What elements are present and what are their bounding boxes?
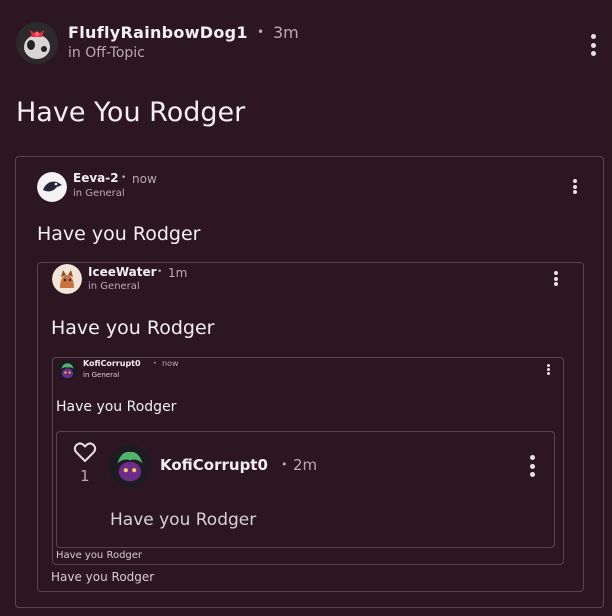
post-menu-icon[interactable]: [590, 34, 596, 56]
creature-avatar-icon: [57, 360, 78, 381]
quote3-text: Have you Rodger: [56, 399, 177, 415]
quote3-time: now: [162, 359, 179, 368]
quote2-menu-icon[interactable]: [554, 271, 558, 286]
quote3-author-name[interactable]: KofiCorrupt0: [83, 359, 141, 368]
quote3-meta-separator: •: [153, 360, 157, 367]
quote2-footer-text: Have you Rodger: [51, 570, 155, 584]
post-title: Have You Rodger: [16, 97, 246, 128]
quote1-location[interactable]: in General: [73, 188, 125, 199]
quote3-author-avatar[interactable]: [57, 360, 78, 381]
quote2-text: Have you Rodger: [51, 317, 215, 339]
comment-author-avatar[interactable]: [109, 445, 151, 487]
quote1-menu-icon[interactable]: [573, 179, 577, 194]
comment-meta-separator: •: [281, 458, 288, 471]
comment-author-name[interactable]: KofiCorrupt0: [160, 456, 268, 474]
cat-avatar-icon: [52, 264, 82, 294]
quote2-meta-separator: •: [157, 267, 163, 277]
quote2-author-name[interactable]: IceeWater: [88, 265, 157, 279]
post-author-name[interactable]: FluflyRainbowDog1: [68, 23, 248, 42]
comment-menu-icon[interactable]: [529, 455, 535, 477]
post-meta-separator: •: [257, 25, 265, 39]
quote2-location[interactable]: in General: [88, 281, 140, 292]
quote1-time: now: [132, 172, 157, 186]
heart-outline-icon: [73, 442, 97, 462]
quote3-menu-icon[interactable]: [547, 364, 550, 375]
quote3-footer-text: Have you Rodger: [56, 550, 143, 561]
bird-avatar-icon: [37, 172, 67, 202]
post-location[interactable]: in Off-Topic: [68, 45, 145, 61]
post-time: 3m: [273, 23, 299, 42]
quote1-text: Have you Rodger: [37, 223, 201, 245]
post-author-avatar[interactable]: [16, 22, 58, 64]
quote2-time: 1m: [168, 266, 188, 280]
quote1-author-name[interactable]: Eeva-2: [73, 171, 119, 185]
quote1-author-avatar[interactable]: [37, 172, 67, 202]
dog-avatar-icon: [16, 22, 58, 64]
like-button[interactable]: [73, 441, 97, 463]
creature-avatar-icon: [109, 445, 151, 487]
comment-time: 2m: [293, 456, 318, 474]
quote1-meta-separator: •: [121, 173, 127, 183]
comment-text: Have you Rodger: [110, 510, 257, 530]
quote2-author-avatar[interactable]: [52, 264, 82, 294]
like-count: 1: [80, 467, 90, 485]
quote3-location[interactable]: in General: [83, 371, 119, 379]
